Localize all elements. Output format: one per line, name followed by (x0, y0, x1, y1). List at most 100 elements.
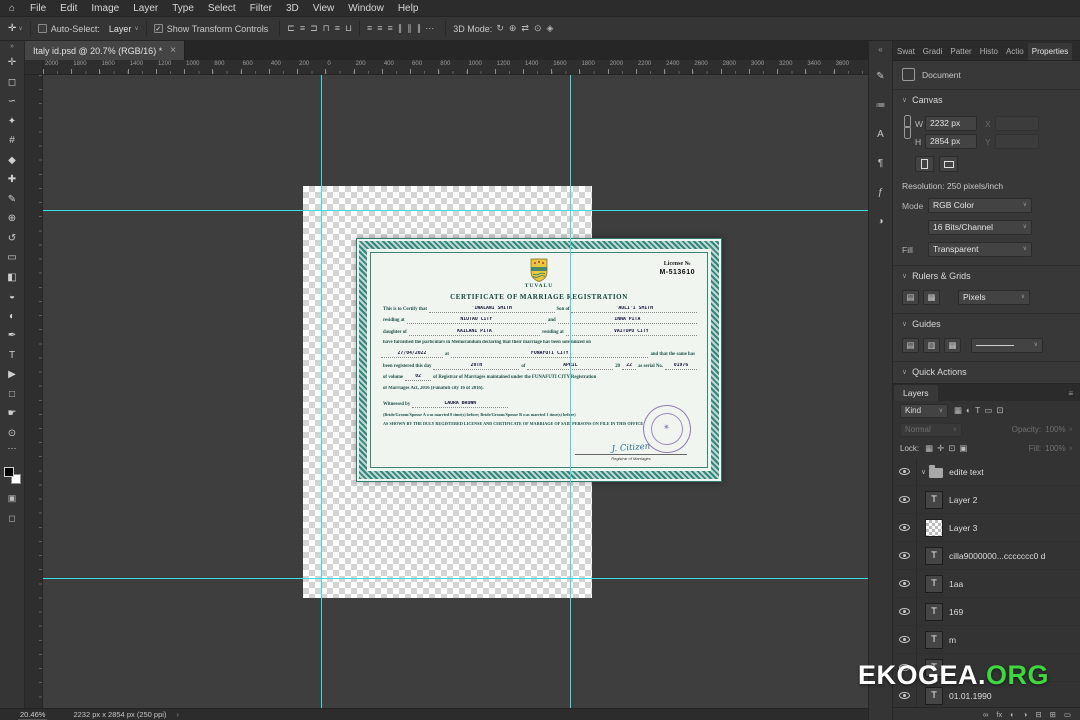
edit-toolbar-icon[interactable]: ⋯ (8, 443, 17, 459)
guides-section-header[interactable]: ∨ Guides (893, 313, 1080, 331)
toggle-grid-button[interactable]: ▦ (923, 290, 940, 305)
visibility-toggle[interactable] (893, 514, 917, 541)
ruler-corner[interactable] (25, 60, 43, 75)
3d-roll-icon[interactable]: ⊕ (509, 23, 517, 34)
foreground-color-swatch[interactable] (3, 467, 14, 477)
layer-name[interactable]: Layer 3 (949, 523, 977, 533)
layer-thumbnail[interactable] (925, 518, 943, 537)
lasso-tool[interactable]: ∽ (0, 92, 25, 112)
horizontal-ruler[interactable]: 2000 1800 1600 1400 1200 1000 800 600 400 200 0 200… (43, 60, 868, 75)
layer-thumbnail[interactable] (925, 574, 943, 593)
menu-item[interactable]: Edit (53, 3, 84, 14)
current-tool-icon[interactable]: ✛ ∨ (8, 23, 23, 34)
menu-item[interactable]: View (306, 3, 342, 14)
filter-shape-layers-icon[interactable]: ▭ (982, 405, 994, 416)
fill-field[interactable]: 100% ∨ (1045, 444, 1073, 453)
layer-thumbnail[interactable] (925, 630, 943, 649)
auto-select-target-dropdown[interactable]: Layer ∨ (109, 24, 139, 34)
layer-mask-icon[interactable]: ◐ (1010, 710, 1015, 719)
visibility-toggle[interactable] (893, 626, 917, 653)
link-layers-icon[interactable]: ∞ (983, 710, 988, 719)
status-options-icon[interactable]: › (176, 710, 179, 719)
toolbar-collapse-icon[interactable]: » (10, 43, 14, 50)
visibility-toggle[interactable] (893, 598, 917, 625)
align-center-vertical-icon[interactable]: ≡ (335, 23, 340, 34)
menu-item[interactable]: File (23, 3, 53, 14)
layer-name[interactable]: 01.01.1990 (949, 691, 992, 701)
rulers-grids-section-header[interactable]: ∨ Rulers & Grids (893, 265, 1080, 283)
hand-tool[interactable]: ☛ (0, 404, 25, 424)
layer-thumbnail[interactable] (929, 464, 944, 478)
document-tab[interactable]: Italy id.psd @ 20.7% (RGB/16) * × (25, 41, 186, 60)
gradient-tool[interactable]: ◧ (0, 268, 25, 288)
distribute-bottom-icon[interactable]: ≡ (388, 23, 393, 34)
lock-all-icon[interactable]: ▣ (957, 443, 969, 454)
clone-stamp-tool[interactable]: ⊕ (0, 209, 25, 229)
paragraph-panel-icon[interactable]: ¶ (878, 158, 883, 169)
zoom-tool[interactable]: ⊙ (0, 424, 25, 444)
layer-effects-icon[interactable]: fx (996, 710, 1002, 719)
group-twirl-icon[interactable]: ∨ (921, 468, 926, 476)
crop-tool[interactable]: # (0, 131, 25, 151)
home-icon[interactable]: ⌂ (0, 3, 23, 14)
layer-row[interactable]: ∨ Layer 3 (893, 514, 1080, 542)
path-selection-tool[interactable]: ▶ (0, 365, 25, 385)
layer-name[interactable]: Layer 2 (949, 495, 977, 505)
distribute-horizontal-centers-icon[interactable]: ∥ (407, 23, 412, 34)
y-field[interactable] (995, 134, 1039, 149)
tab-gradients[interactable]: Gradi (919, 43, 947, 60)
glyphs-panel-icon[interactable]: ƒ (878, 187, 884, 198)
healing-brush-tool[interactable]: ✚ (0, 170, 25, 190)
3d-drag-icon[interactable]: ⇄ (521, 23, 529, 34)
layer-row[interactable]: ∨ 169 (893, 598, 1080, 626)
close-tab-icon[interactable]: × (170, 45, 176, 56)
expand-panels-icon[interactable]: « (878, 45, 882, 54)
history-brush-tool[interactable]: ↺ (0, 229, 25, 249)
zoom-level-field[interactable]: 20.46% (18, 710, 48, 720)
delete-layer-icon[interactable]: ▭ (1064, 710, 1071, 719)
constrain-proportions-icon[interactable] (902, 113, 912, 141)
new-group-icon[interactable]: ⊟ (1035, 710, 1041, 719)
canvas-section-header[interactable]: ∨ Canvas (893, 89, 1080, 107)
align-bottom-icon[interactable]: ⊔ (345, 23, 352, 34)
tab-actions[interactable]: Actio (1002, 43, 1028, 60)
clear-guides-button[interactable]: ▦ (944, 338, 961, 353)
type-tool[interactable]: T (0, 346, 25, 366)
quick-selection-tool[interactable]: ✦ (0, 112, 25, 132)
new-layer-icon[interactable]: ⊞ (1050, 710, 1056, 719)
adjustment-layer-icon[interactable]: ◑ (1023, 710, 1028, 719)
layer-name[interactable]: m (949, 635, 956, 645)
more-options-icon[interactable]: ⋯ (425, 23, 434, 34)
tab-layers[interactable]: Layers (894, 385, 938, 401)
align-top-icon[interactable]: ⊓ (323, 23, 330, 34)
distribute-left-icon[interactable]: ∥ (398, 23, 403, 34)
vertical-ruler[interactable] (25, 75, 43, 708)
layer-row[interactable]: ∨ m (893, 626, 1080, 654)
guide-horizontal[interactable] (43, 210, 868, 211)
dodge-tool[interactable]: ◐ (0, 307, 25, 327)
visibility-toggle[interactable] (893, 570, 917, 597)
guide-style-dropdown[interactable]: ∨ (971, 338, 1043, 353)
menu-item[interactable]: Type (165, 3, 201, 14)
menu-item[interactable]: Layer (126, 3, 165, 14)
blur-tool[interactable]: ◒ (0, 287, 25, 307)
distribute-top-icon[interactable]: ≡ (367, 23, 372, 34)
units-dropdown[interactable]: Pixels ∨ (958, 290, 1030, 305)
guide-vertical[interactable] (570, 75, 571, 708)
height-field[interactable]: 2854 px (925, 134, 977, 149)
filter-pixel-layers-icon[interactable]: ▦ (952, 405, 964, 416)
layer-name[interactable]: 1aa (949, 579, 963, 589)
layer-row[interactable]: ∨ 1aa (893, 570, 1080, 598)
opacity-field[interactable]: 100% ∨ (1045, 425, 1073, 434)
quick-mask-icon[interactable]: ▣ (8, 493, 17, 504)
filter-smart-objects-icon[interactable]: ⊡ (994, 405, 1005, 416)
certificate-artwork[interactable]: License № M-513610 TUVALU CERTIFICATE OF… (356, 238, 722, 482)
menu-item[interactable]: Image (84, 3, 126, 14)
toggle-rulers-button[interactable]: ▤ (902, 290, 919, 305)
character-panel-icon[interactable]: A (877, 129, 884, 140)
lock-position-icon[interactable]: ✛ (935, 443, 946, 454)
blend-mode-dropdown[interactable]: Normal ∨ (900, 422, 962, 437)
guide-vertical[interactable] (321, 75, 322, 708)
bit-depth-dropdown[interactable]: 16 Bits/Channel ∨ (928, 220, 1032, 235)
layer-thumbnail[interactable] (925, 602, 943, 621)
